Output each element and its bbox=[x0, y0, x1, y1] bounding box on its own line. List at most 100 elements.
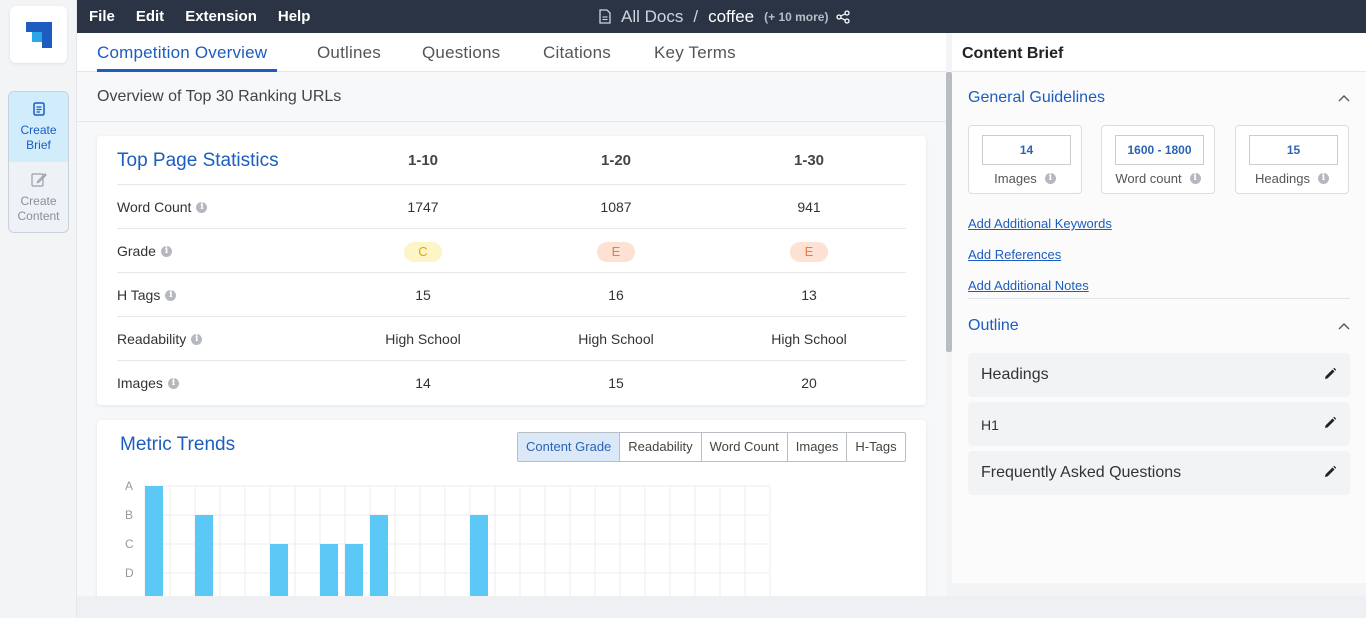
metric-button-readability[interactable]: Readability bbox=[620, 433, 702, 461]
stats-cell: 16 bbox=[608, 287, 624, 303]
metric-button-images[interactable]: Images bbox=[788, 433, 848, 461]
stats-cell: 13 bbox=[801, 287, 817, 303]
tab-questions[interactable]: Questions bbox=[422, 43, 500, 63]
stats-cell: High School bbox=[578, 331, 654, 347]
chevron-up-icon[interactable] bbox=[1338, 94, 1350, 102]
doc-breadcrumb: All Docs / coffee (+ 10 more) bbox=[599, 0, 851, 33]
metric-button-h-tags[interactable]: H-Tags bbox=[847, 433, 904, 461]
create-brief-button[interactable]: Create Brief bbox=[9, 92, 68, 162]
guideline-caption: Headings i bbox=[1236, 171, 1348, 186]
add-notes-link[interactable]: Add Additional Notes bbox=[968, 278, 1089, 293]
info-icon[interactable]: i bbox=[1044, 173, 1056, 184]
metric-button-content-grade[interactable]: Content Grade bbox=[518, 433, 621, 461]
menu-help[interactable]: Help bbox=[278, 8, 311, 25]
guideline-images: 14 Images i bbox=[968, 125, 1082, 194]
add-references-link[interactable]: Add References bbox=[968, 247, 1061, 262]
stats-cell: 941 bbox=[797, 199, 821, 215]
add-keywords-link[interactable]: Add Additional Keywords bbox=[968, 216, 1112, 231]
stats-cell: 15 bbox=[415, 287, 431, 303]
chart-bar bbox=[195, 515, 213, 596]
outline-item-h1[interactable]: H1 bbox=[968, 402, 1350, 446]
guideline-label: Images bbox=[994, 171, 1037, 186]
stats-row-readability: Readability i High School High School Hig… bbox=[117, 316, 906, 360]
create-content-label: Create Content bbox=[17, 193, 60, 223]
guideline-images-value[interactable]: 14 bbox=[982, 135, 1071, 165]
stats-cell: 20 bbox=[801, 375, 817, 391]
content-brief-panel: Content Brief General Guidelines 14 Imag… bbox=[952, 33, 1366, 583]
content-grade-chart: A B C D bbox=[125, 479, 771, 596]
grade-badge: C bbox=[404, 242, 442, 262]
metric-trends-card: Metric Trends Content Grade Readability … bbox=[97, 420, 926, 596]
metric-selector: Content Grade Readability Word Count Ima… bbox=[517, 432, 906, 462]
create-content-button[interactable]: Create Content bbox=[9, 162, 68, 232]
column-header-1-30: 1-30 bbox=[793, 152, 825, 169]
row-label-text: Word Count bbox=[117, 199, 192, 215]
tab-outlines[interactable]: Outlines bbox=[317, 43, 381, 63]
stats-cell: 14 bbox=[415, 375, 431, 391]
outline-title[interactable]: Outline bbox=[968, 317, 1019, 335]
menu-file[interactable]: File bbox=[89, 8, 115, 25]
grade-badge: E bbox=[790, 242, 828, 262]
current-doc-title[interactable]: coffee bbox=[708, 7, 754, 27]
share-icon[interactable] bbox=[836, 9, 851, 24]
info-icon[interactable]: i bbox=[167, 377, 179, 389]
menu-extension[interactable]: Extension bbox=[185, 8, 257, 25]
chart-bar bbox=[270, 544, 288, 596]
guideline-label: Headings bbox=[1255, 171, 1310, 186]
document-icon bbox=[32, 101, 45, 120]
grade-cell: E bbox=[749, 242, 869, 262]
info-icon[interactable]: i bbox=[165, 289, 177, 301]
chart-bar bbox=[320, 544, 338, 596]
y-tick-label: C bbox=[125, 537, 134, 551]
general-guidelines-title[interactable]: General Guidelines bbox=[968, 89, 1105, 107]
stats-cell: 15 bbox=[608, 375, 624, 391]
all-docs-link[interactable]: All Docs bbox=[621, 7, 683, 27]
divider bbox=[77, 121, 946, 122]
tab-citations[interactable]: Citations bbox=[543, 43, 611, 63]
guideline-headings: 15 Headings i bbox=[1235, 125, 1349, 194]
tab-key-terms[interactable]: Key Terms bbox=[654, 43, 736, 63]
row-label-text: H Tags bbox=[117, 287, 161, 303]
create-brief-label: Create Brief bbox=[20, 122, 57, 152]
guideline-headings-value[interactable]: 15 bbox=[1249, 135, 1338, 165]
column-header-1-10: 1-10 bbox=[407, 152, 439, 169]
guideline-label: Word count bbox=[1115, 171, 1182, 186]
guideline-caption: Word count i bbox=[1102, 171, 1214, 186]
more-docs-badge[interactable]: (+ 10 more) bbox=[764, 10, 828, 24]
row-label-text: Images bbox=[117, 375, 163, 391]
divider bbox=[968, 298, 1350, 299]
info-icon[interactable]: i bbox=[196, 201, 208, 213]
stats-cell: 1747 bbox=[407, 199, 439, 215]
metric-button-word-count[interactable]: Word Count bbox=[702, 433, 788, 461]
content-brief-body: General Guidelines 14 Images i 1600 - 180… bbox=[952, 72, 1366, 583]
pencil-icon[interactable] bbox=[1323, 416, 1337, 435]
info-icon[interactable]: i bbox=[160, 245, 172, 257]
outline-item-headings[interactable]: Headings bbox=[968, 353, 1350, 397]
info-icon[interactable]: i bbox=[1189, 173, 1201, 184]
guideline-word-count: 1600 - 1800 Word count i bbox=[1101, 125, 1215, 194]
grade-cell: E bbox=[556, 242, 676, 262]
chevron-up-icon[interactable] bbox=[1338, 322, 1350, 330]
stats-cell: High School bbox=[771, 331, 847, 347]
y-tick-label: B bbox=[125, 508, 133, 522]
menu-edit[interactable]: Edit bbox=[136, 8, 164, 25]
left-rail: Create Brief Create Content bbox=[0, 0, 77, 618]
tab-competition-overview[interactable]: Competition Overview bbox=[97, 43, 267, 63]
pencil-icon[interactable] bbox=[1323, 367, 1337, 386]
footer-strip bbox=[77, 596, 1366, 618]
info-icon[interactable]: i bbox=[191, 333, 203, 345]
guideline-word-count-value[interactable]: 1600 - 1800 bbox=[1115, 135, 1204, 165]
outline-item-faq[interactable]: Frequently Asked Questions bbox=[968, 451, 1350, 495]
chart-bar bbox=[145, 486, 163, 596]
grade-cell: C bbox=[363, 242, 483, 262]
info-icon[interactable]: i bbox=[1317, 173, 1329, 184]
stats-row-label: H Tags i bbox=[117, 287, 177, 303]
row-label-text: Grade bbox=[117, 243, 156, 259]
stats-cell: 1087 bbox=[600, 199, 632, 215]
overview-title: Overview of Top 30 Ranking URLs bbox=[97, 88, 342, 105]
chart-bar bbox=[470, 515, 488, 596]
content-brief-title: Content Brief bbox=[962, 45, 1064, 62]
app-logo[interactable] bbox=[10, 6, 67, 63]
pencil-icon[interactable] bbox=[1323, 465, 1337, 484]
stats-row-word-count: Word Count i 1747 1087 941 bbox=[117, 184, 906, 228]
